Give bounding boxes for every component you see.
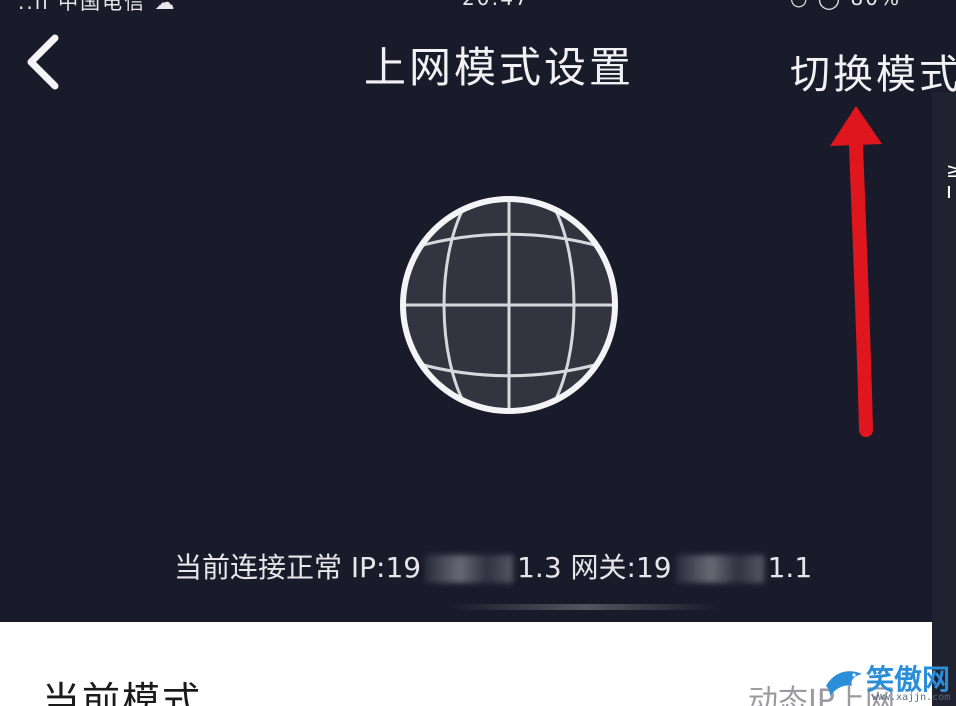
redacted-ip-segment	[425, 555, 514, 583]
current-mode-row[interactable]: 当前模式 动态IP上网	[0, 622, 932, 706]
battery-text: ◔ ◯ 80%	[790, 0, 901, 10]
current-mode-label: 当前模式	[42, 679, 203, 706]
watermark-url: www.xajjn.com	[872, 692, 951, 703]
gateway-label: 网关:19	[561, 551, 672, 584]
page-title: 上网模式设置	[364, 43, 635, 92]
time-text: 20:47	[462, 0, 530, 10]
red-arrow-annotation	[830, 106, 882, 437]
redacted-gateway-segment	[675, 555, 764, 583]
back-button[interactable]	[18, 30, 68, 94]
chevron-left-icon	[27, 34, 59, 90]
ip-tail: 1.3	[517, 551, 562, 584]
status-bar: ..ıı 中国电信 ☁ 20:47 ◔ ◯ 80%	[0, 0, 956, 14]
adjacent-panel-edge: ≥ I	[932, 92, 956, 706]
divider-glow	[450, 604, 720, 610]
connection-prefix: 当前连接正常 IP:19	[174, 551, 422, 584]
partial-glyph: ≥ I	[946, 158, 956, 198]
connection-status: 当前连接正常 IP:19 1.3 网关:19 1.1	[174, 546, 854, 586]
app-screen: ..ıı 中国电信 ☁ 20:47 ◔ ◯ 80% 上网模式设置 切换模式 ≥I	[0, 0, 956, 706]
site-watermark: 笑傲网 www.xajjn.com	[822, 656, 956, 706]
carrier-text: ..ıı 中国电信 ☁	[18, 0, 177, 14]
shark-logo-icon	[826, 671, 862, 696]
globe-icon	[400, 196, 618, 414]
gateway-tail: 1.1	[767, 551, 813, 584]
